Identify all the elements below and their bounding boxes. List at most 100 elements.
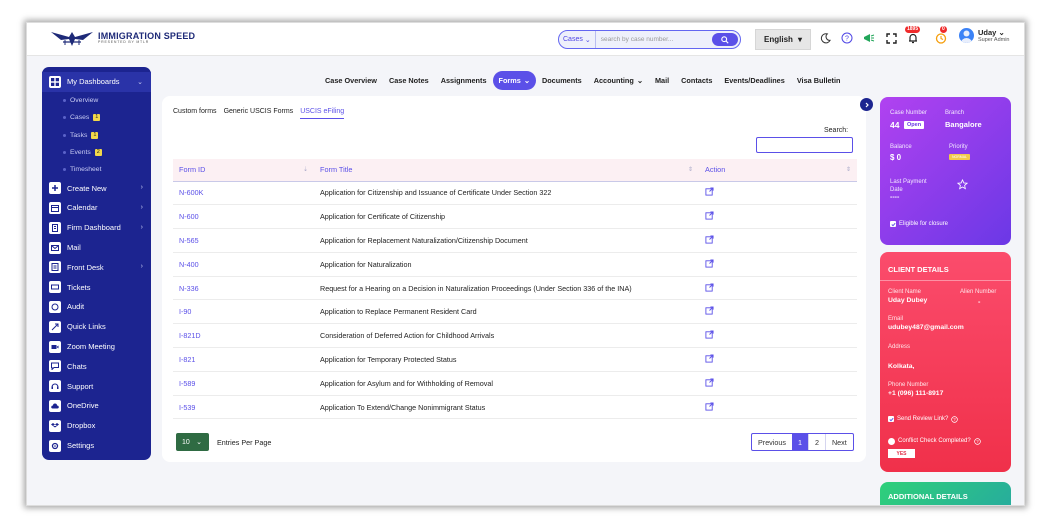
sidebar-item-my-dashboards[interactable]: My Dashboards ⌄ [42,72,151,92]
sidebar-subitem-timesheet[interactable]: Timesheet [42,161,151,178]
brand-logo[interactable]: IMMIGRATION SPEED PRESENTED BY MTLR [49,28,195,48]
next-page-button[interactable]: Next [824,434,853,450]
per-page-label: Entries Per Page [217,437,272,447]
sidebar-item-label: Firm Dashboard [67,223,121,233]
help-icon[interactable]: ? [973,432,981,450]
form-id-cell[interactable]: I-821 [173,347,314,372]
scrollbar[interactable] [1024,56,1025,396]
eligible-for-closure[interactable]: Eligible for closure [890,221,948,227]
column-header-form-title[interactable]: Form Title ⇕ [314,159,699,182]
balance-label: Balance [890,144,912,150]
external-link-icon[interactable] [705,402,714,411]
timer-icon[interactable]: 0 [934,26,948,45]
tab-mail[interactable]: Mail [649,71,675,90]
sidebar-subitem-events[interactable]: Events 2 [42,144,151,161]
sidebar-item-chats[interactable]: Chats [42,356,151,376]
sidebar-item-tickets[interactable]: Tickets [42,277,151,297]
page-button-2[interactable]: 2 [807,434,825,450]
star-icon[interactable] [956,177,969,195]
column-header-action[interactable]: Action ⇕ [699,159,857,182]
eagle-logo-icon [51,32,93,46]
tab-events-deadlines[interactable]: Events/Deadlines [718,71,790,90]
column-header-form-id[interactable]: Form ID ⇣ [173,159,314,182]
sidebar-item-audit[interactable]: Audit [42,297,151,317]
external-link-icon[interactable] [705,283,714,292]
chevron-down-icon: ⌄ [523,76,530,85]
tab-case-notes[interactable]: Case Notes [383,71,435,90]
per-page-select[interactable]: 10 ⌄ [176,433,209,451]
external-link-icon[interactable] [705,330,714,339]
external-link-icon[interactable] [705,259,714,268]
conflict-check-toggle[interactable]: Conflict Check Completed? ? [888,432,981,450]
tab-assignments[interactable]: Assignments [435,71,493,90]
external-link-icon[interactable] [705,211,714,220]
form-id-cell[interactable]: N-600 [173,204,314,230]
sidebar-item-settings[interactable]: Settings [42,436,151,456]
sidebar-item-mail[interactable]: Mail [42,238,151,258]
tab-label: Case Notes [388,76,429,85]
external-link-icon[interactable] [705,306,714,315]
sidebar-item-label: Front Desk [67,262,104,272]
external-link-icon[interactable] [705,187,714,196]
form-id-cell[interactable]: I-821D [173,323,314,349]
sidebar-item-support[interactable]: Support [42,376,151,396]
panel-toggle-button[interactable] [860,98,873,111]
send-review-link-toggle[interactable]: Send Review Link? ? [888,410,959,428]
form-id-cell[interactable]: I-539 [173,395,314,420]
avatar [959,28,974,43]
external-link-icon[interactable] [705,354,714,363]
table-search-input[interactable] [756,137,853,153]
sidebar-item-front-desk[interactable]: Front Desk › [42,257,151,277]
sidebar-subitem-overview[interactable]: Overview [42,92,151,109]
user-menu[interactable]: Uday ⌄ Super Admin [959,28,1010,43]
moon-icon[interactable] [818,31,832,45]
tab-accounting[interactable]: Accounting ⌄ [588,71,649,90]
form-id-cell[interactable]: N-565 [173,228,314,253]
form-id-cell[interactable]: I-90 [173,299,314,325]
subtab-uscis-efiling[interactable]: USCIS eFiling [300,108,345,119]
search-type-select[interactable]: Cases ⌄ [559,31,596,48]
form-id-cell[interactable]: N-336 [173,276,314,301]
form-id-cell[interactable]: I-589 [173,371,314,396]
sidebar-item-calendar[interactable]: Calendar › [42,198,151,218]
tab-forms[interactable]: Forms ⌄ [492,71,536,90]
help-icon[interactable]: ? [951,410,959,428]
search-input[interactable] [595,36,706,43]
external-link-icon[interactable] [705,235,714,244]
help-icon[interactable]: ? [840,31,854,45]
sidebar-item-onedrive[interactable]: OneDrive [42,396,151,416]
previous-page-button[interactable]: Previous [752,434,792,450]
fullscreen-icon[interactable] [884,31,898,45]
sidebar-subitem-tasks[interactable]: Tasks 1 [42,126,151,143]
case-number-value: 44 [890,120,900,130]
subtab-custom-forms[interactable]: Custom forms [173,108,217,119]
sidebar-item-quick-links[interactable]: Quick Links [42,317,151,337]
sidebar-subitem-cases[interactable]: Cases 1 [42,109,151,126]
tab-contacts[interactable]: Contacts [675,71,718,90]
sidebar-item-dropbox[interactable]: Dropbox [42,416,151,436]
subtab-generic-uscis-forms[interactable]: Generic USCIS Forms [224,108,294,119]
balance-value: $ 0 [890,153,902,162]
yes-button[interactable]: YES [888,449,915,458]
bell-icon[interactable]: 1895 [905,26,921,45]
priority-badge: NORMAL [949,154,970,160]
external-link-icon[interactable] [705,378,714,387]
form-id-cell[interactable]: N-400 [173,252,314,277]
search-button[interactable] [712,33,738,46]
page-button-1[interactable]: 1 [791,434,808,450]
tab-case-overview[interactable]: Case Overview [319,71,383,90]
chevron-down-icon: ⌄ [196,439,202,446]
sidebar-item-firm-dashboard[interactable]: Firm Dashboard › [42,218,151,238]
chevron-down-icon: ⌄ [137,79,143,86]
sidebar-item-create-new[interactable]: Create New › [42,178,151,198]
tab-visa-bulletin[interactable]: Visa Bulletin [791,71,847,90]
additional-details-card: ADDITIONAL DETAILS [880,482,1011,505]
megaphone-icon[interactable] [862,31,876,45]
tab-documents[interactable]: Documents [536,71,588,90]
form-id-cell[interactable]: N-600K [173,181,314,206]
language-select[interactable]: English ▾ [755,29,811,50]
mail-icon [49,241,61,254]
tab-label: Visa Bulletin [796,76,841,85]
sidebar-item-zoom-meeting[interactable]: Zoom Meeting [42,337,151,357]
tab-label: Documents [541,76,582,85]
